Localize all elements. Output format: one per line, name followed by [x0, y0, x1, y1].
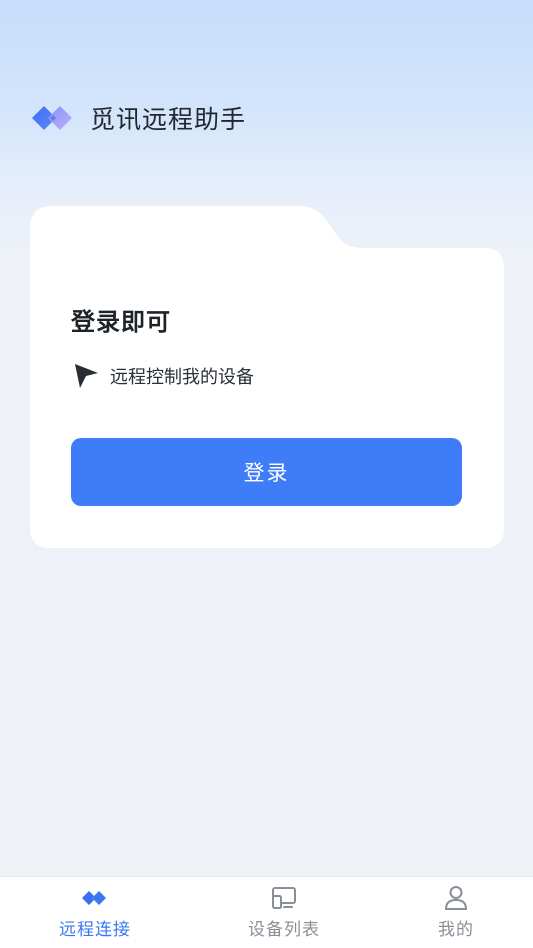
- cursor-arrow-icon: [75, 364, 98, 388]
- app-header: 觅讯远程助手: [30, 98, 246, 138]
- tab-label-me: 我的: [438, 920, 474, 940]
- login-button[interactable]: 登录: [71, 438, 462, 506]
- app-title: 觅讯远程助手: [90, 105, 247, 134]
- tab-label-remote-connect: 远程连接: [59, 920, 131, 940]
- device-list-icon: [272, 887, 296, 909]
- feature-row: 远程控制我的设备: [74, 363, 254, 389]
- bottom-tab-bar: 远程连接 设备列表 我的: [0, 876, 533, 948]
- login-card: 登录即可 远程控制我的设备 登录: [30, 206, 504, 548]
- remote-connect-icon: [82, 891, 106, 905]
- double-diamond-logo-icon: [32, 106, 72, 130]
- user-icon: [445, 886, 467, 910]
- tab-device-list[interactable]: 设备列表: [214, 877, 354, 947]
- tab-label-device-list: 设备列表: [248, 920, 320, 940]
- card-title: 登录即可: [71, 308, 171, 336]
- tab-remote-connect[interactable]: 远程连接: [25, 877, 165, 947]
- tab-me[interactable]: 我的: [386, 877, 526, 947]
- feature-text: 远程控制我的设备: [110, 367, 254, 388]
